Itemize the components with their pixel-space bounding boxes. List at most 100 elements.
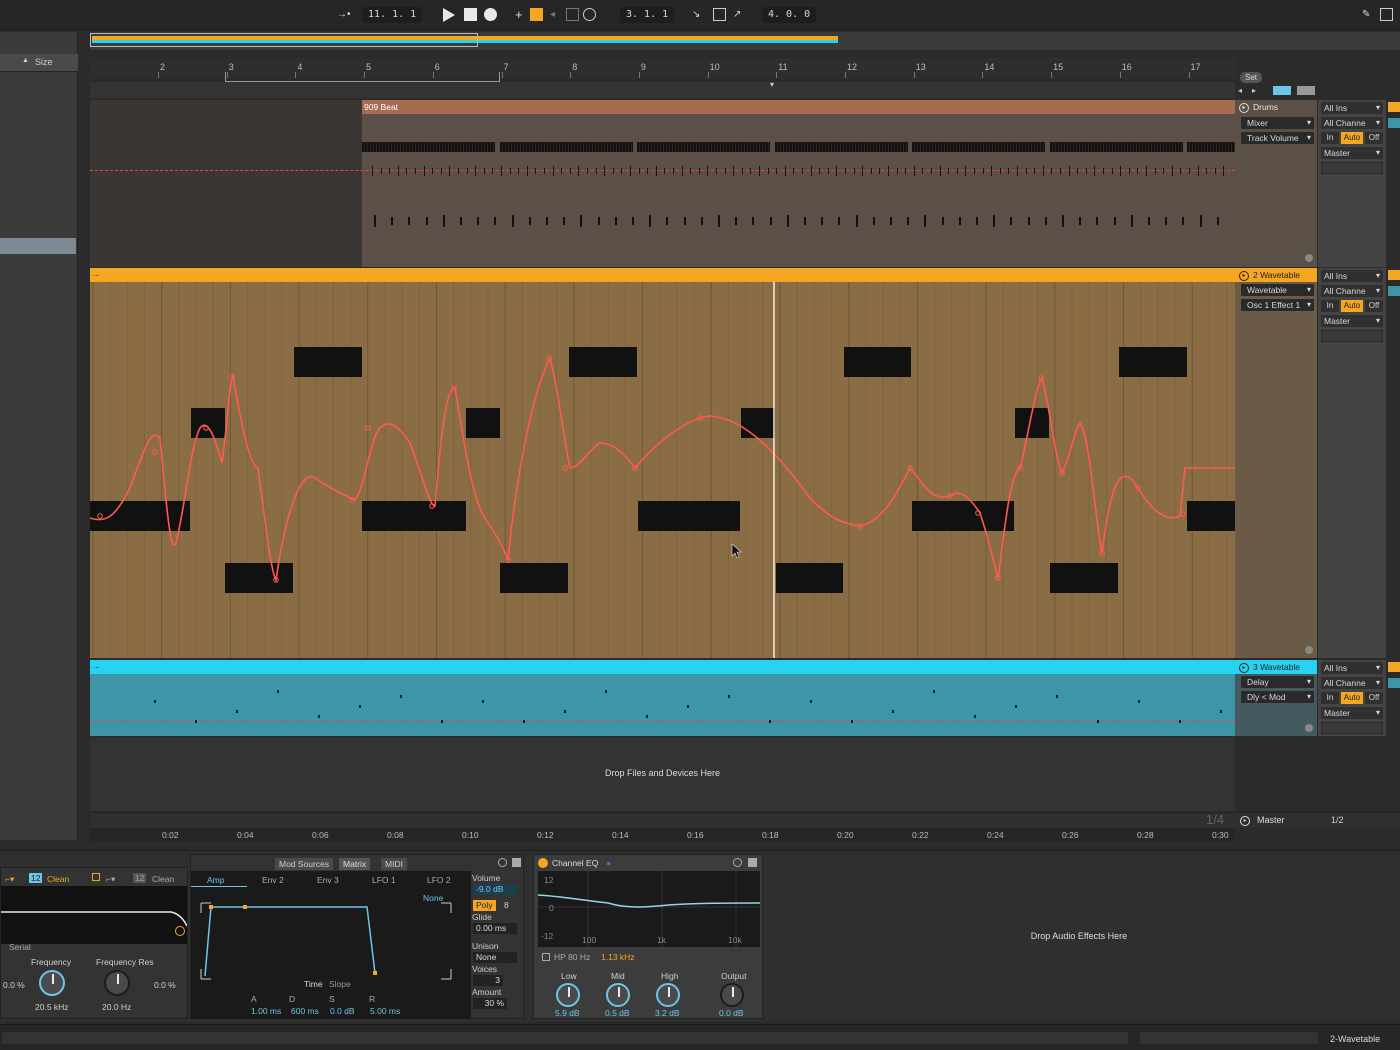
midi-note[interactable]: [912, 501, 1014, 531]
drums-track-lane[interactable]: 909 Beat: [90, 100, 1235, 267]
monitor-off[interactable]: Off: [1365, 132, 1383, 144]
eq-knob-value[interactable]: 0.5 dB: [605, 1008, 630, 1018]
add-lane-icon[interactable]: [1305, 724, 1313, 732]
voices-value[interactable]: 3: [473, 975, 503, 986]
wavetable3-parameter-chooser[interactable]: Dly < Mod: [1241, 691, 1314, 703]
hp-toggle[interactable]: [542, 953, 550, 961]
eq-output-knob[interactable]: [720, 983, 744, 1007]
volume-value[interactable]: -9.0 dB: [473, 884, 517, 895]
midi-note[interactable]: [225, 563, 293, 593]
loop-brace[interactable]: [225, 72, 500, 82]
overdub-icon[interactable]: +: [515, 7, 523, 23]
fold-icon[interactable]: ▸: [1239, 662, 1249, 673]
tab-matrix[interactable]: Matrix: [339, 858, 371, 870]
freq-res-knob[interactable]: [104, 970, 130, 996]
eq-display[interactable]: 12 0 -12 100 1k 10k: [537, 871, 761, 947]
fold-icon[interactable]: ▸: [1239, 270, 1249, 281]
midi-note[interactable]: [1187, 501, 1235, 531]
drums-track-header[interactable]: ▸ Drums Mixer Track Volume: [1235, 100, 1317, 267]
amp-envelope-display[interactable]: [199, 901, 454, 981]
next-locator-icon[interactable]: ▸: [1252, 86, 1256, 95]
hp-frequency[interactable]: 1.13 kHz: [601, 952, 635, 962]
drums-parameter-chooser[interactable]: Track Volume: [1241, 132, 1314, 144]
loop-switch-icon[interactable]: [713, 8, 726, 21]
midi-note[interactable]: [466, 408, 500, 438]
mod-tab-env2[interactable]: Env 2: [262, 875, 284, 885]
midi-note[interactable]: [191, 408, 225, 438]
fold-icon[interactable]: ▸: [1239, 102, 1249, 113]
filter-response-display[interactable]: [1, 886, 188, 944]
monitor-off[interactable]: Off: [1365, 692, 1383, 704]
automation-envelope[interactable]: [90, 355, 1235, 583]
mod-tab-lfo2[interactable]: LFO 2: [427, 875, 451, 885]
wavetable3-output-sub[interactable]: [1321, 722, 1383, 734]
stop-icon[interactable]: [464, 8, 477, 21]
midi-note[interactable]: [294, 347, 362, 377]
frequency-value[interactable]: 20.5 kHz: [35, 1002, 69, 1012]
eq-mid-knob[interactable]: [606, 983, 630, 1007]
lock-icon[interactable]: [1297, 86, 1315, 95]
tab-mod-sources[interactable]: Mod Sources: [275, 858, 334, 870]
midi-note[interactable]: [90, 501, 190, 531]
prev-locator-icon[interactable]: ◂: [1238, 86, 1242, 95]
drums-clip[interactable]: 909 Beat: [362, 100, 1235, 267]
env-slope-toggle[interactable]: Slope: [329, 979, 351, 989]
filter1-slope[interactable]: 12: [29, 873, 43, 883]
drums-input-channel[interactable]: All Channe: [1321, 117, 1383, 129]
midi-note[interactable]: [1050, 563, 1118, 593]
wavetable3-track-lane[interactable]: ...: [90, 660, 1235, 736]
automation-breakpoint[interactable]: [152, 449, 158, 455]
midi-note[interactable]: [362, 501, 466, 531]
punch-in-icon[interactable]: ↘: [692, 7, 700, 23]
draw-mode-icon[interactable]: [1380, 8, 1393, 21]
arrangement-scroll-row[interactable]: ▾: [90, 80, 1235, 98]
wavetable2-input-type[interactable]: All Ins: [1321, 270, 1383, 282]
automation-breakpoint[interactable]: [1180, 511, 1186, 517]
wavetable2-parameter-chooser[interactable]: Osc 1 Effect 1: [1241, 299, 1314, 311]
midi-note[interactable]: [741, 408, 775, 438]
set-locator-button[interactable]: Set: [1240, 72, 1262, 83]
monitor-auto[interactable]: Auto: [1341, 300, 1363, 312]
wavetable2-track-header[interactable]: ▸ 2 Wavetable Wavetable Osc 1 Effect 1: [1235, 268, 1317, 658]
monitor-in[interactable]: In: [1321, 692, 1339, 704]
midi-note[interactable]: [500, 563, 568, 593]
device-save-icon[interactable]: [512, 858, 521, 867]
amount-value[interactable]: 30 %: [473, 998, 507, 1009]
routing-selector[interactable]: Serial: [9, 942, 31, 952]
record-icon[interactable]: [484, 8, 497, 21]
punch-out-icon[interactable]: ↗: [733, 7, 741, 23]
midi-note[interactable]: [776, 563, 843, 593]
overview-visible-region[interactable]: [90, 33, 478, 47]
env-time-toggle[interactable]: Time: [304, 979, 323, 989]
mod-tab-lfo1[interactable]: LFO 1: [372, 875, 396, 885]
device-hotswap-icon[interactable]: [498, 858, 507, 867]
filter2-type[interactable]: Clean: [152, 874, 174, 884]
filter2-slope[interactable]: 12: [133, 873, 147, 883]
midi-note[interactable]: [569, 347, 637, 377]
monitor-off[interactable]: Off: [1365, 300, 1383, 312]
eq-high-knob[interactable]: [656, 983, 680, 1007]
capture-icon[interactable]: [566, 8, 579, 21]
wavetable3-input-channel[interactable]: All Channe: [1321, 677, 1383, 689]
session-record-icon[interactable]: [583, 8, 596, 21]
mod-tab-env3[interactable]: Env 3: [317, 875, 339, 885]
add-lane-icon[interactable]: [1305, 646, 1313, 654]
follow-icon[interactable]: →•: [337, 7, 351, 23]
unison-value[interactable]: None: [473, 952, 517, 963]
adsr-attack-value[interactable]: 1.00 ms: [251, 1006, 281, 1016]
arrangement-overview[interactable]: [90, 32, 1400, 50]
device-save-icon[interactable]: [748, 858, 757, 867]
monitor-in[interactable]: In: [1321, 132, 1339, 144]
eq-knob-value[interactable]: 5.9 dB: [555, 1008, 580, 1018]
drums-track-title[interactable]: Drums: [1253, 102, 1278, 112]
wavetable3-track-title[interactable]: 3 Wavetable: [1253, 662, 1300, 672]
wavetable2-output-sub[interactable]: [1321, 330, 1383, 342]
drums-device-chooser[interactable]: Mixer: [1241, 117, 1314, 129]
adsr-sustain-value[interactable]: 0.0 dB: [330, 1006, 355, 1016]
mod-tab-amp[interactable]: Amp: [207, 875, 224, 885]
drums-input-type[interactable]: All Ins: [1321, 102, 1383, 114]
filter2-shape-icon[interactable]: ⌐▾: [106, 874, 115, 885]
eq-knob-value[interactable]: 0.0 dB: [719, 1008, 744, 1018]
wavetable3-device-chooser[interactable]: Delay: [1241, 676, 1314, 688]
device-on-icon[interactable]: [538, 858, 548, 868]
